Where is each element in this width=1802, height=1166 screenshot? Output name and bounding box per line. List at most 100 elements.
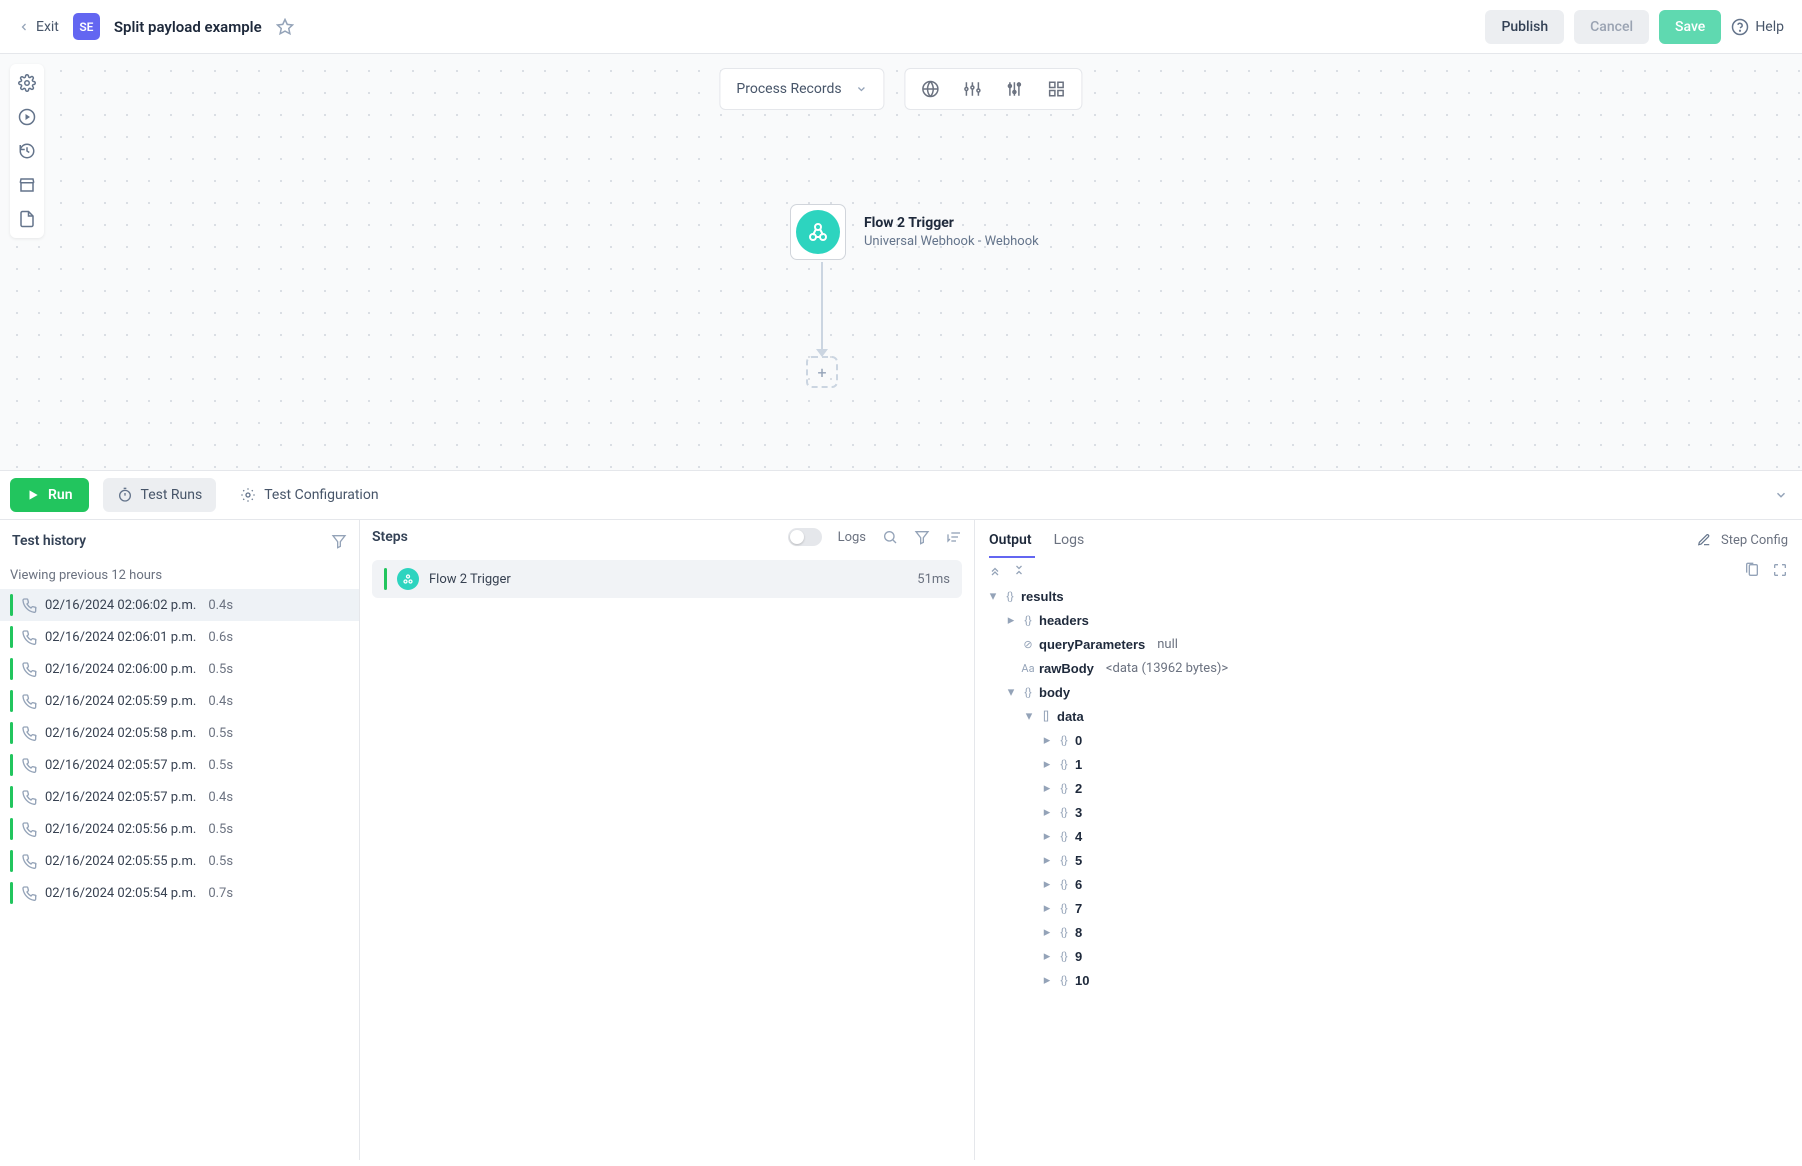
tree-data-item[interactable]: ▸{}10: [987, 968, 1790, 992]
globe-icon[interactable]: [910, 69, 952, 109]
object-icon: {}: [1057, 853, 1071, 867]
header-right: Publish Cancel Save Help: [1485, 10, 1784, 44]
step-timing: 51ms: [917, 572, 950, 587]
test-config-tab[interactable]: Test Configuration: [230, 478, 388, 512]
flow-selector-dropdown[interactable]: Process Records: [719, 68, 884, 110]
step-config-button[interactable]: Step Config: [1697, 533, 1788, 548]
filter-icon[interactable]: [331, 533, 347, 549]
flow-canvas[interactable]: Process Records Flow 2 Trigger Universal…: [0, 54, 1802, 470]
store-icon[interactable]: [18, 176, 36, 194]
tree-data-item[interactable]: ▸{}1: [987, 752, 1790, 776]
run-label: Run: [48, 487, 73, 503]
history-item[interactable]: 02/16/2024 02:06:01 p.m.0.6s: [0, 621, 359, 653]
tree-queryparams[interactable]: ▸ ⊘ queryParameters null: [987, 632, 1790, 656]
headers-key: headers: [1039, 613, 1089, 628]
expand-all-icon[interactable]: [1013, 564, 1025, 576]
tree-data-item[interactable]: ▸{}2: [987, 776, 1790, 800]
document-icon[interactable]: [18, 210, 36, 228]
history-item[interactable]: 02/16/2024 02:05:56 p.m.0.5s: [0, 813, 359, 845]
json-tree: ▾ {} results ▸ {} headers ▸ ⊘ queryParam…: [975, 580, 1802, 1012]
clipboard-icon[interactable]: [1744, 562, 1760, 578]
sliders-icon[interactable]: [952, 69, 994, 109]
adjustments-icon[interactable]: [994, 69, 1036, 109]
chevron-right-icon: ▸: [1041, 878, 1053, 890]
pencil-icon: [1697, 533, 1711, 547]
logs-toggle-label: Logs: [838, 530, 866, 545]
logs-toggle[interactable]: [788, 528, 822, 546]
canvas-toolbar: Process Records: [719, 68, 1082, 110]
tab-logs[interactable]: Logs: [1054, 528, 1085, 552]
tree-data-item[interactable]: ▸{}0: [987, 728, 1790, 752]
tree-results[interactable]: ▾ {} results: [987, 584, 1790, 608]
chevron-right-icon: ▸: [1041, 974, 1053, 986]
save-button[interactable]: Save: [1659, 10, 1721, 44]
search-icon[interactable]: [882, 529, 898, 545]
history-duration: 0.5s: [208, 758, 233, 773]
status-bar-icon: [10, 882, 13, 904]
step-name: Flow 2 Trigger: [429, 572, 511, 587]
null-icon: ⊘: [1021, 637, 1035, 651]
data-index: 3: [1075, 805, 1082, 820]
add-step-button[interactable]: +: [806, 356, 838, 388]
trigger-node[interactable]: Flow 2 Trigger Universal Webhook - Webho…: [790, 204, 1039, 260]
collapse-chevron-icon[interactable]: [1774, 488, 1788, 502]
history-item[interactable]: 02/16/2024 02:05:58 p.m.0.5s: [0, 717, 359, 749]
publish-button[interactable]: Publish: [1485, 10, 1564, 44]
tree-data-item[interactable]: ▸{}8: [987, 920, 1790, 944]
history-duration: 0.5s: [208, 854, 233, 869]
plus-icon: +: [817, 363, 826, 382]
history-item[interactable]: 02/16/2024 02:05:54 p.m.0.7s: [0, 877, 359, 909]
collapse-all-icon[interactable]: [989, 564, 1001, 576]
history-item[interactable]: 02/16/2024 02:05:57 p.m.0.5s: [0, 749, 359, 781]
history-item[interactable]: 02/16/2024 02:06:02 p.m.0.4s: [0, 589, 359, 621]
data-index: 5: [1075, 853, 1082, 868]
data-index: 2: [1075, 781, 1082, 796]
test-history-panel: Test history Viewing previous 12 hours 0…: [0, 520, 360, 1160]
tree-data-item[interactable]: ▸{}3: [987, 800, 1790, 824]
queryparams-val: null: [1157, 637, 1178, 652]
object-icon: {}: [1057, 949, 1071, 963]
status-bar-icon: [10, 754, 13, 776]
object-icon: {}: [1057, 829, 1071, 843]
history-title: Test history: [12, 533, 86, 549]
steps-panel: Steps Logs Flow 2 Trigger 51ms: [360, 520, 975, 1160]
run-button[interactable]: Run: [10, 478, 89, 512]
object-icon: {}: [1057, 925, 1071, 939]
play-circle-icon[interactable]: [18, 108, 36, 126]
tree-data[interactable]: ▾ [] data: [987, 704, 1790, 728]
star-icon[interactable]: [276, 18, 294, 36]
history-item[interactable]: 02/16/2024 02:06:00 p.m.0.5s: [0, 653, 359, 685]
history-item[interactable]: 02/16/2024 02:05:55 p.m.0.5s: [0, 845, 359, 877]
status-bar-icon: [10, 722, 13, 744]
sort-icon[interactable]: [946, 529, 962, 545]
history-duration: 0.7s: [208, 886, 233, 901]
test-runs-tab[interactable]: Test Runs: [103, 478, 217, 512]
history-item[interactable]: 02/16/2024 02:05:57 p.m.0.4s: [0, 781, 359, 813]
history-icon[interactable]: [18, 142, 36, 160]
tab-output[interactable]: Output: [989, 528, 1032, 552]
exit-button[interactable]: Exit: [18, 19, 59, 35]
header-bar: Exit SE Split payload example Publish Ca…: [0, 0, 1802, 54]
filter-icon[interactable]: [914, 529, 930, 545]
tree-data-item[interactable]: ▸{}4: [987, 824, 1790, 848]
fullscreen-icon[interactable]: [1772, 562, 1788, 578]
output-panel: Output Logs Step Config ▾ {} results ▸ {: [975, 520, 1802, 1160]
tree-data-item[interactable]: ▸{}6: [987, 872, 1790, 896]
grid-icon[interactable]: [1036, 69, 1078, 109]
gear-icon[interactable]: [18, 74, 36, 92]
call-icon: [21, 789, 37, 805]
tree-data-item[interactable]: ▸{}5: [987, 848, 1790, 872]
tree-headers[interactable]: ▸ {} headers: [987, 608, 1790, 632]
tree-rawbody[interactable]: ▸ Aa rawBody <data (13962 bytes)>: [987, 656, 1790, 680]
tree-data-item[interactable]: ▸{}9: [987, 944, 1790, 968]
tree-body[interactable]: ▾ {} body: [987, 680, 1790, 704]
history-item[interactable]: 02/16/2024 02:05:59 p.m.0.4s: [0, 685, 359, 717]
step-row[interactable]: Flow 2 Trigger 51ms: [372, 560, 962, 598]
results-key: results: [1021, 589, 1064, 604]
chevron-right-icon: ▸: [1041, 902, 1053, 914]
help-button[interactable]: Help: [1731, 18, 1784, 36]
flow-selector-label: Process Records: [736, 81, 841, 97]
tree-data-item[interactable]: ▸{}7: [987, 896, 1790, 920]
history-duration: 0.6s: [208, 630, 233, 645]
cancel-button[interactable]: Cancel: [1574, 10, 1649, 44]
